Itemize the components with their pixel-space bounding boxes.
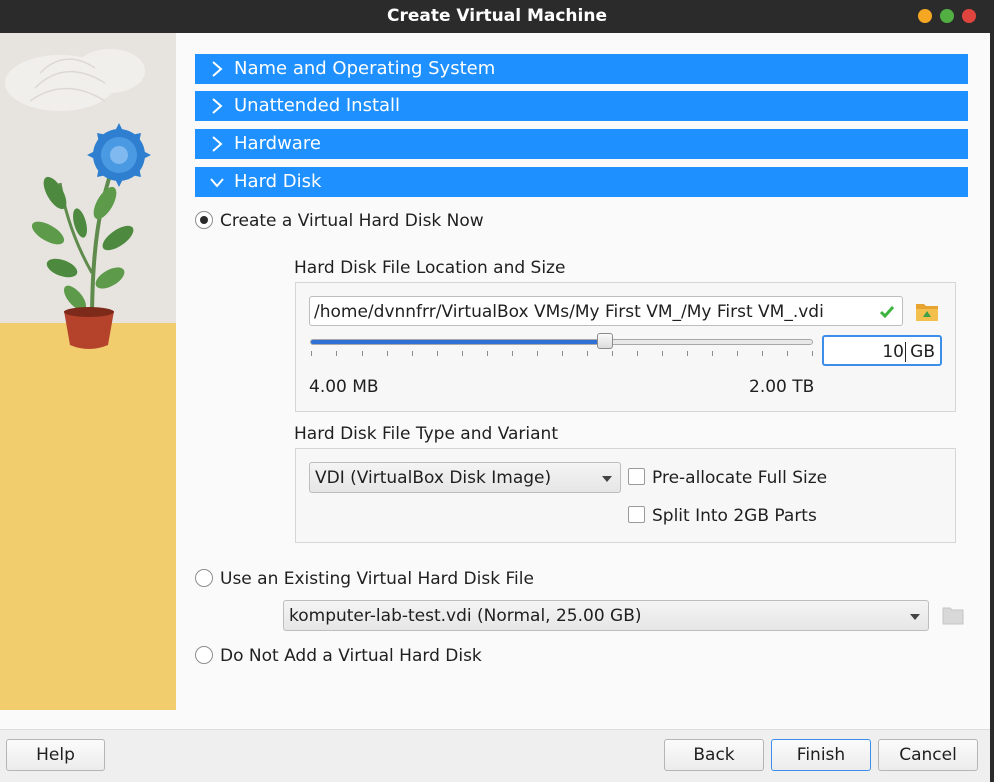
dialog-window: Name and Operating System Unattended Ins… [0,33,990,782]
section-hardware[interactable]: Hardware [195,129,968,159]
chevron-right-icon [212,98,223,114]
slider-handle[interactable] [597,333,613,349]
slider-tick [712,351,713,356]
slider-tick [787,351,788,356]
min-size-label: 4.00 MB [309,377,379,397]
dropdown-arrow-icon [910,614,920,620]
existing-disk-label[interactable]: Use an Existing Virtual Hard Disk File [220,569,534,589]
maximize-button[interactable] [940,9,954,23]
close-button[interactable] [962,9,976,23]
plant-illustration-icon [5,49,151,349]
type-group-title: Hard Disk File Type and Variant [294,424,558,444]
existing-disk-radio[interactable] [195,569,213,587]
section-name-and-os[interactable]: Name and Operating System [195,54,968,84]
slider-tick [562,351,563,356]
slider-tick [537,351,538,356]
folder-icon[interactable] [942,605,964,625]
slider-tick [437,351,438,356]
section-label: Hardware [234,133,321,154]
no-disk-label[interactable]: Do Not Add a Virtual Hard Disk [220,646,482,666]
section-label: Unattended Install [234,95,401,116]
checkmark-icon [880,306,894,319]
slider-tick [311,351,312,356]
location-group-title: Hard Disk File Location and Size [294,258,566,278]
back-button[interactable]: Back [664,739,764,771]
slider-tick [612,351,613,356]
finish-button[interactable]: Finish [771,739,871,771]
chevron-right-icon [212,136,223,152]
disk-path-input[interactable]: /home/dvnnfrr/VirtualBox VMs/My First VM… [309,296,903,326]
existing-disk-value: komputer-lab-test.vdi (Normal, 25.00 GB) [289,606,642,626]
section-label: Hard Disk [234,171,322,192]
slider-tick [336,351,337,356]
slider-tick [687,351,688,356]
slider-tick [737,351,738,356]
slider-tick [387,351,388,356]
slider-fill [311,340,607,344]
create-disk-label[interactable]: Create a Virtual Hard Disk Now [220,211,484,231]
text-cursor [905,342,906,362]
title-bar: Create Virtual Machine [0,0,994,33]
split-checkbox[interactable] [628,506,645,523]
section-hard-disk[interactable]: Hard Disk [195,167,968,197]
disk-type-value: VDI (VirtualBox Disk Image) [315,468,552,488]
slider-tick [487,351,488,356]
chevron-down-icon [210,178,224,188]
slider-tick [762,351,763,356]
existing-disk-select[interactable]: komputer-lab-test.vdi (Normal, 25.00 GB) [283,600,929,631]
cancel-button[interactable]: Cancel [878,739,978,771]
preallocate-checkbox[interactable] [628,468,645,485]
slider-tick [637,351,638,356]
slider-tick [812,351,813,356]
slider-tick [412,351,413,356]
slider-tick [662,351,663,356]
window-title: Create Virtual Machine [387,6,607,26]
dropdown-arrow-icon [602,476,612,482]
disk-size-value: 10 [882,342,904,362]
max-size-label: 2.00 TB [749,377,815,397]
slider-tick [362,351,363,356]
disk-type-select[interactable]: VDI (VirtualBox Disk Image) [309,462,621,493]
dialog-footer: Help Back Finish Cancel [0,729,990,782]
minimize-button[interactable] [918,9,932,23]
disk-path-value: /home/dvnnfrr/VirtualBox VMs/My First VM… [314,302,824,322]
side-illustration [0,33,176,710]
no-disk-radio[interactable] [195,646,213,664]
preallocate-label[interactable]: Pre-allocate Full Size [652,468,827,488]
section-label: Name and Operating System [234,58,496,79]
disk-size-input[interactable]: 10 GB [822,335,942,366]
create-disk-radio[interactable] [195,211,213,229]
slider-tick [512,351,513,356]
slider-tick [462,351,463,356]
split-label[interactable]: Split Into 2GB Parts [652,506,817,526]
help-button[interactable]: Help [6,739,105,771]
disk-size-unit: GB [910,342,935,362]
folder-icon[interactable] [915,300,939,322]
chevron-right-icon [212,61,223,77]
section-unattended-install[interactable]: Unattended Install [195,91,968,121]
slider-tick [587,351,588,356]
disk-size-slider[interactable] [310,339,813,345]
